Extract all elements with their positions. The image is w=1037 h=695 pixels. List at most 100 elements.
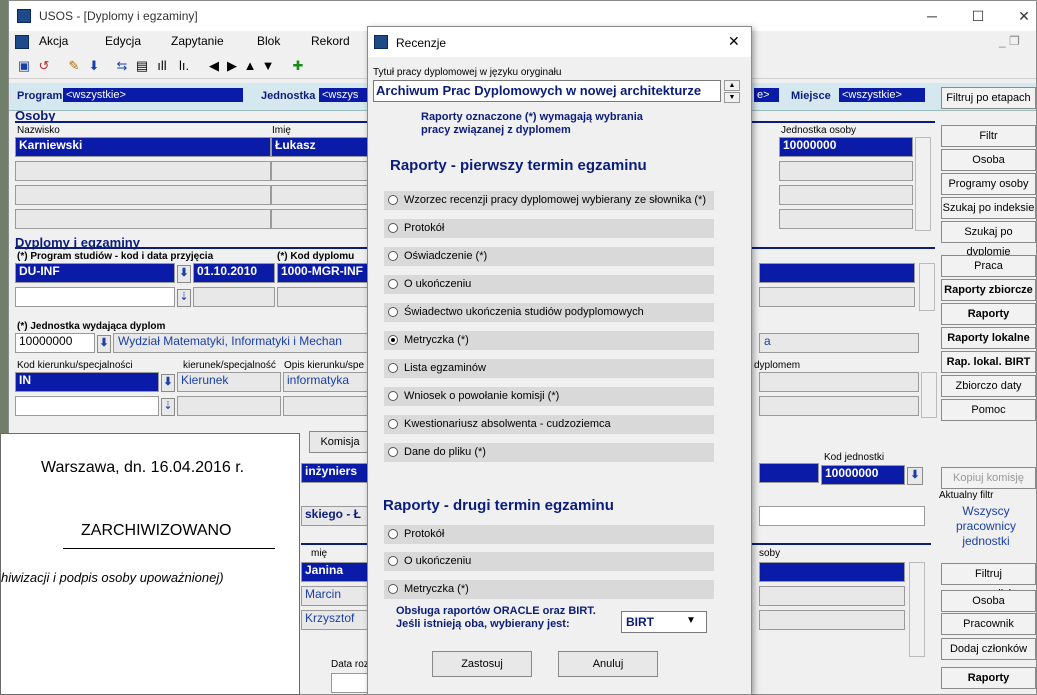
szukaj-po-indeksie-button[interactable]: Szukaj po indeksie xyxy=(941,197,1036,219)
minimize-button[interactable]: ─ xyxy=(909,1,955,31)
anuluj-button[interactable]: Anuluj xyxy=(558,651,658,677)
table-row[interactable] xyxy=(277,287,377,307)
kierunek-lov-icon[interactable]: ⬇ xyxy=(161,374,175,392)
menu-zapytanie[interactable]: Zapytanie xyxy=(171,34,224,48)
kierunek-scrollbar[interactable] xyxy=(921,372,937,418)
jednostka-osoby-cell[interactable]: 10000000 xyxy=(779,137,913,157)
undo-icon[interactable]: ↺ xyxy=(35,57,53,75)
czlonek-row-3[interactable] xyxy=(759,610,905,630)
table-row[interactable] xyxy=(759,396,919,416)
edit-icon[interactable]: ✎ xyxy=(65,57,83,75)
report-option-first-8[interactable]: Kwestionariusz absolwenta - cudzoziemca xyxy=(384,415,714,434)
raporty-zbiorcze-button[interactable]: Raporty zbiorcze xyxy=(941,279,1036,301)
raporty-komisja-button[interactable]: Raporty xyxy=(941,667,1036,689)
radio-icon[interactable] xyxy=(388,279,398,289)
rap-lokal-birt-button[interactable]: Rap. lokal. BIRT xyxy=(941,351,1036,373)
radio-icon[interactable] xyxy=(388,391,398,401)
radio-icon[interactable] xyxy=(388,195,398,205)
tytul-pracy-input[interactable]: Archiwum Prac Dyplomowych w nowej archit… xyxy=(373,80,721,102)
program-lov-icon[interactable]: ⬇ xyxy=(177,265,191,283)
pracownik-button[interactable]: Pracownik xyxy=(941,613,1036,635)
kod-jednostki-cell[interactable]: 10000000 xyxy=(821,465,905,485)
table-row[interactable] xyxy=(193,287,275,307)
tab-komisja[interactable]: Komisja xyxy=(309,431,371,453)
komisja-scrollbar[interactable] xyxy=(909,562,925,657)
other-filter[interactable]: e> xyxy=(754,88,779,102)
filtruj-po-etapach-button[interactable]: Filtruj po etapach xyxy=(941,87,1036,109)
jednostka-filter[interactable]: <wszys xyxy=(319,88,369,102)
program-cell-empty[interactable] xyxy=(15,287,175,307)
report-option-first-6[interactable]: Lista egzaminów xyxy=(384,359,714,378)
dyplom-row-tail[interactable] xyxy=(759,263,915,283)
report-option-second-1[interactable]: O ukończeniu xyxy=(384,552,714,571)
komisja-field[interactable] xyxy=(759,506,925,526)
table-row[interactable] xyxy=(15,209,271,229)
osoba-button[interactable]: Osoba xyxy=(941,149,1036,171)
raporty-lokalne-button[interactable]: Raporty lokalne xyxy=(941,327,1036,349)
kod-jednostki-lov-icon[interactable]: ⬇ xyxy=(907,467,923,485)
radio-icon[interactable] xyxy=(388,307,398,317)
maximize-button[interactable]: ☐ xyxy=(955,1,1001,31)
czlonek-imie-2[interactable]: Marcin xyxy=(301,586,375,606)
menu-akcja[interactable]: Akcja xyxy=(39,34,68,48)
chart-icon[interactable]: ▤ xyxy=(133,57,151,75)
zbiorczo-daty-button[interactable]: Zbiorczo daty xyxy=(941,375,1036,397)
up-icon[interactable]: ▲ xyxy=(241,57,259,75)
raporty-button[interactable]: Raporty xyxy=(941,303,1036,325)
czlonek-imie-1[interactable]: Janina xyxy=(301,562,375,582)
jednostka-kod-input[interactable]: 10000000 xyxy=(15,333,95,353)
first-record-icon[interactable]: ◀ xyxy=(205,57,223,75)
table-row[interactable] xyxy=(177,396,281,416)
report-option-first-1[interactable]: Protokół xyxy=(384,219,714,238)
program-cell[interactable]: DU-INF xyxy=(15,263,175,283)
data-przyjecia-cell[interactable]: 01.10.2010 xyxy=(193,263,275,283)
bar-icon[interactable]: ıll xyxy=(153,57,171,75)
filtruj-pracownikow-button[interactable]: Filtruj pracowników xyxy=(941,563,1036,600)
nazwisko-cell[interactable]: Karniewski xyxy=(15,137,271,157)
czlonek-row-1[interactable] xyxy=(759,562,905,582)
scroll-down-icon[interactable]: ▼ xyxy=(724,92,740,103)
radio-icon[interactable] xyxy=(388,584,398,594)
report-option-first-7[interactable]: Wniosek o powołanie komisji (*) xyxy=(384,387,714,406)
szukaj-po-dyplomie-button[interactable]: Szukaj po dyplomie xyxy=(941,221,1036,258)
program-filter[interactable]: <wszystkie> xyxy=(63,88,243,102)
radio-icon[interactable] xyxy=(388,419,398,429)
radio-icon[interactable] xyxy=(388,363,398,373)
dyplomy-scrollbar[interactable] xyxy=(919,263,935,311)
kierunek-lov-icon-2[interactable]: ⇣ xyxy=(161,398,175,416)
radio-icon[interactable] xyxy=(388,251,398,261)
kod-kierunku-empty[interactable] xyxy=(15,396,159,416)
table-row[interactable] xyxy=(759,287,915,307)
birt-select[interactable]: BIRT ▼ xyxy=(621,611,707,633)
programy-osoby-button[interactable]: Programy osoby xyxy=(941,173,1036,195)
table-row[interactable] xyxy=(271,209,371,229)
next-record-icon[interactable]: ▶ xyxy=(223,57,241,75)
close-icon[interactable]: ✕ xyxy=(1001,1,1037,31)
miejsce-filter[interactable]: <wszystkie> xyxy=(839,88,925,102)
czlonek-row-2[interactable] xyxy=(759,586,905,606)
bar2-icon[interactable]: lı. xyxy=(175,57,193,75)
menu-edycja[interactable]: Edycja xyxy=(105,34,141,48)
save-icon[interactable]: ▣ xyxy=(15,57,33,75)
jednostka-lov-icon[interactable]: ⬇ xyxy=(97,335,111,353)
menu-blok[interactable]: Blok xyxy=(257,34,280,48)
insert-icon[interactable]: ✚ xyxy=(289,57,307,75)
imie-cell[interactable]: Łukasz xyxy=(271,137,371,157)
report-option-first-3[interactable]: O ukończeniu xyxy=(384,275,714,294)
report-option-first-2[interactable]: Oświadczenie (*) xyxy=(384,247,714,266)
table-row[interactable] xyxy=(15,161,271,181)
radio-icon[interactable] xyxy=(388,335,398,345)
radio-icon[interactable] xyxy=(388,556,398,566)
kod-dyplomu-cell[interactable]: 1000-MGR-INF xyxy=(277,263,377,283)
osoba-komisja-button[interactable]: Osoba xyxy=(941,590,1036,612)
chevron-down-icon[interactable]: ▼ xyxy=(686,615,696,626)
radio-icon[interactable] xyxy=(388,529,398,539)
table-row[interactable] xyxy=(271,185,371,205)
filter-icon[interactable]: ⇆ xyxy=(113,57,131,75)
table-row[interactable] xyxy=(779,209,913,229)
report-option-second-0[interactable]: Protokół xyxy=(384,525,714,544)
table-row[interactable] xyxy=(283,396,375,416)
pomoc-button[interactable]: Pomoc xyxy=(941,399,1036,421)
dialog-close-icon[interactable]: ✕ xyxy=(728,33,740,50)
report-option-second-2[interactable]: Metryczka (*) xyxy=(384,580,714,599)
